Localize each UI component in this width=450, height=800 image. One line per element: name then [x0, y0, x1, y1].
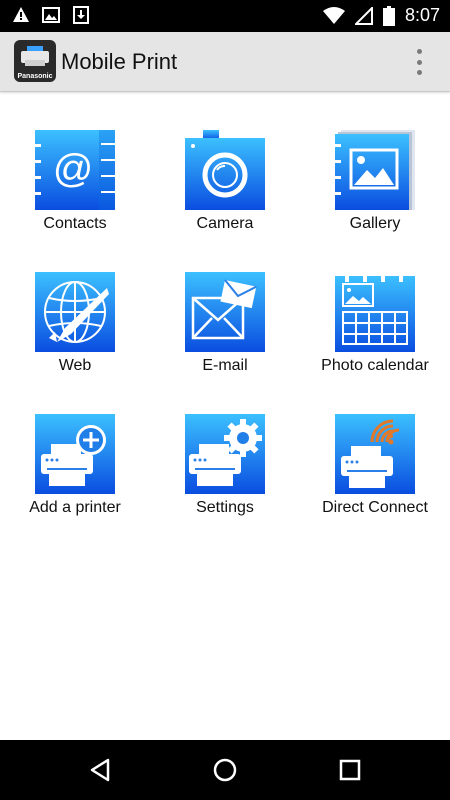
tile-direct-connect[interactable]: Direct Connect: [300, 376, 450, 518]
email-icon: [185, 272, 265, 352]
tile-label: Web: [58, 357, 92, 374]
direct-connect-icon: [335, 414, 415, 494]
tile-email[interactable]: E-mail: [150, 234, 300, 376]
tile-label: Photo calendar: [321, 357, 429, 374]
home-icon[interactable]: [211, 756, 239, 784]
status-bar: 8:07: [0, 0, 450, 32]
tile-photo-calendar[interactable]: Photo calendar: [300, 234, 450, 376]
app-logo: Panasonic: [14, 40, 56, 82]
app-title: Mobile Print: [61, 49, 178, 74]
battery-icon: [382, 5, 395, 26]
overflow-menu-icon[interactable]: [414, 46, 424, 78]
gallery-icon: [335, 130, 415, 210]
recents-icon[interactable]: [336, 756, 364, 784]
back-icon[interactable]: [86, 756, 114, 784]
signal-icon: [354, 6, 373, 25]
printer-logo-icon: [21, 46, 49, 66]
contacts-icon: @: [35, 130, 115, 210]
photo-calendar-icon: [335, 272, 415, 352]
tile-add-printer[interactable]: Add a printer: [0, 376, 150, 518]
tile-contacts[interactable]: @ Contacts: [0, 92, 150, 234]
settings-icon: [185, 414, 265, 494]
tile-label: Gallery: [349, 215, 401, 232]
image-icon: [42, 7, 60, 23]
navigation-bar: [0, 740, 450, 800]
app-bar: Panasonic Mobile Print: [0, 32, 450, 92]
wifi-icon: [322, 6, 345, 24]
tile-label: Add a printer: [29, 499, 121, 516]
tile-label: Direct Connect: [322, 499, 428, 516]
status-time: 8:07: [404, 5, 440, 25]
svg-text:@: @: [53, 147, 94, 191]
tile-web[interactable]: Web: [0, 234, 150, 376]
tile-settings[interactable]: Settings: [150, 376, 300, 518]
camera-icon: [185, 130, 265, 210]
logo-text: Panasonic: [17, 73, 53, 80]
warning-icon: [13, 7, 29, 22]
tile-label: Camera: [196, 215, 254, 232]
tile-label: Contacts: [43, 215, 107, 232]
add-printer-icon: [35, 414, 115, 494]
tile-label: E-mail: [202, 357, 248, 374]
tile-gallery[interactable]: Gallery: [300, 92, 450, 234]
tile-label: Settings: [196, 499, 254, 516]
web-icon: [35, 272, 115, 352]
tile-camera[interactable]: Camera: [150, 92, 300, 234]
download-icon: [73, 6, 89, 24]
